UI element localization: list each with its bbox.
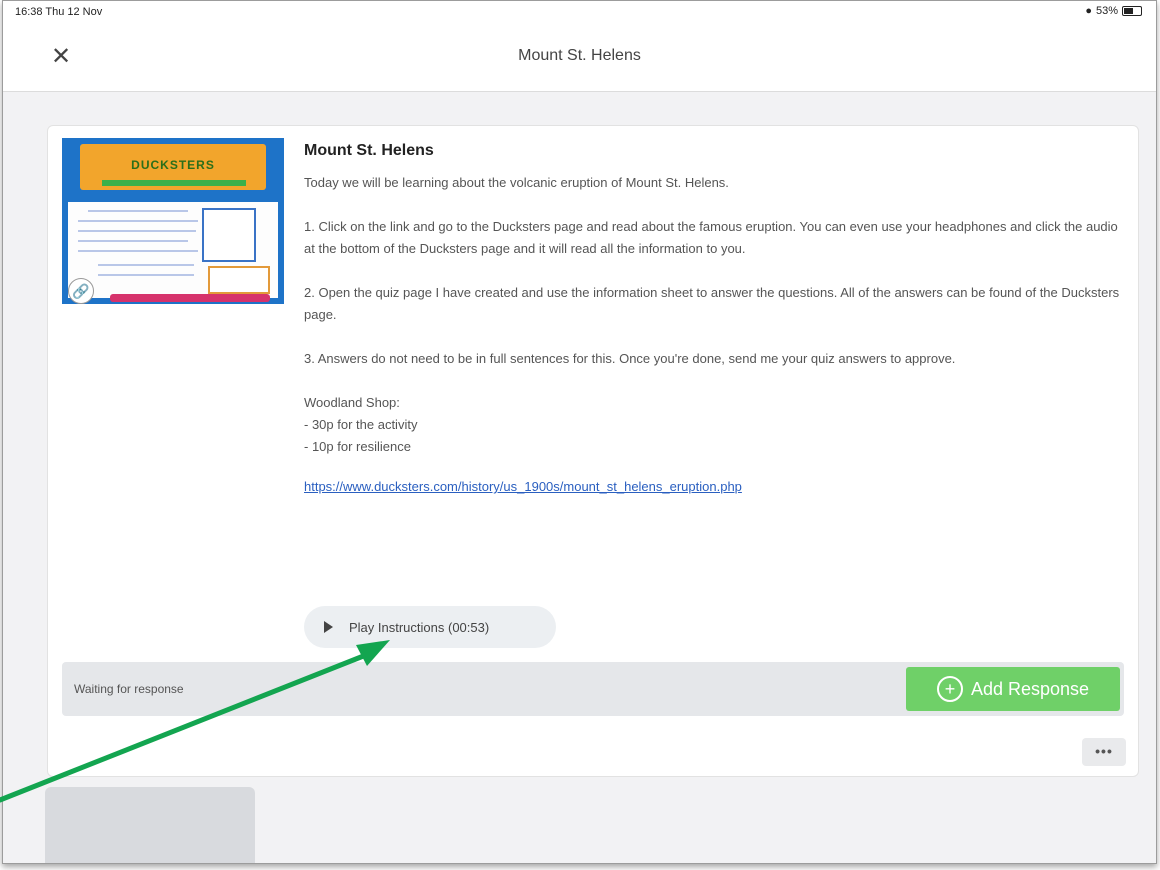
shop-item: - 30p for the activity [304,417,418,432]
link-thumbnail[interactable]: DUCKSTERS 🔗 [62,138,284,304]
next-item-tile[interactable] [45,787,255,863]
thumbnail-text-line [98,274,194,276]
page-title: Mount St. Helens [518,47,641,64]
thumbnail-logo: DUCKSTERS [131,158,215,172]
activity-step-2: 2. Open the quiz page I have created and… [304,285,1120,322]
play-instructions-label: Play Instructions (00:53) [349,619,490,635]
thumbnail-buttons [110,294,270,302]
link-icon: 🔗 [68,278,94,304]
battery-icon [1122,6,1142,16]
play-icon [324,621,333,633]
plus-circle-icon: + [936,676,963,702]
status-bar: 16:38 Thu 12 Nov ● 53% [3,1,1156,25]
shop-heading: Woodland Shop: [304,395,400,410]
thumbnail-text-line [78,230,196,232]
play-instructions-button[interactable]: Play Instructions (00:53) [304,606,556,648]
thumbnail-text-line [78,240,188,242]
thumbnail-text-line [88,210,188,212]
status-time: 16:38 Thu 12 Nov [15,6,103,18]
thumbnail-text-line [98,264,194,266]
activity-step-1: 1. Click on the link and go to the Ducks… [304,219,1118,256]
activity-card: DUCKSTERS 🔗 Mount St. Helens Today we wi… [47,125,1139,777]
add-response-button[interactable]: + Add Response [906,667,1120,711]
activity-intro: Today we will be learning about the volc… [304,175,729,190]
activity-step-3: 3. Answers do not need to be in full sen… [304,351,956,366]
response-status: Waiting for response [74,682,184,696]
shop-item: - 10p for resilience [304,439,411,454]
thumbnail-text-line [78,220,198,222]
thumbnail-nav [102,180,246,186]
response-bar: Waiting for response + Add Response [62,662,1124,716]
ipad-screen: 16:38 Thu 12 Nov ● 53% ✕ Mount St. Helen… [2,0,1157,864]
status-indicators: ● 53% [1085,5,1142,17]
thumbnail-side-box [208,266,270,294]
activity-content: Mount St. Helens Today we will be learni… [304,142,1124,498]
thumbnail-text-line [78,250,198,252]
nav-bar: ✕ Mount St. Helens [3,25,1156,92]
ducksters-link[interactable]: https://www.ducksters.com/history/us_190… [304,476,1124,498]
thumbnail-image-box [202,208,256,262]
battery-percent: 53% [1095,5,1118,17]
more-options-button[interactable]: ••• [1082,738,1126,766]
wifi-icon: ● [1085,5,1092,17]
add-response-label: Add Response [970,678,1090,699]
activity-title: Mount St. Helens [304,142,434,159]
